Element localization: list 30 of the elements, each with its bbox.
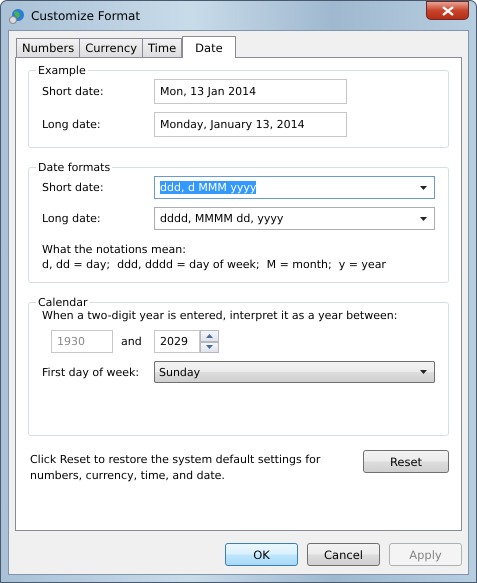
close-button[interactable]: [426, 1, 469, 20]
year-field[interactable]: 2029: [154, 330, 200, 353]
field-label: First day of week:: [42, 366, 140, 378]
field-label: Long date:: [42, 212, 102, 225]
field-label: Long date:: [42, 118, 102, 131]
calendar-text: When a two-digit year is entered, interpret it as a year between:: [42, 309, 398, 322]
dialog-button[interactable]: OK: [225, 543, 298, 566]
example-field: Monday, January 13, 2014: [154, 112, 347, 137]
tab[interactable]: Currency: [79, 38, 144, 57]
notation-text: What the notations mean:: [42, 242, 187, 257]
weekday-dropdown[interactable]: Sunday: [154, 361, 435, 383]
tab[interactable]: Date: [182, 36, 236, 58]
reset-description: Click Reset to restore the system default settings for numbers, currency, time, and date.: [30, 452, 322, 484]
field-label: Short date:: [42, 181, 105, 194]
close-icon[interactable]: [442, 6, 454, 16]
globe-icon: [9, 8, 25, 24]
window-title: Customize Format: [31, 8, 140, 22]
spinner[interactable]: [200, 330, 219, 353]
dialog-button[interactable]: Cancel: [307, 543, 380, 566]
group-title: Calendar: [37, 296, 88, 309]
example-field: Mon, 13 Jan 2014: [154, 79, 347, 104]
and-label: and: [120, 335, 143, 348]
tab[interactable]: Time: [142, 38, 182, 57]
field-label: Short date:: [42, 85, 105, 98]
notation-text: d, dd = day; ddd, dddd = day of week; M = month; y = year: [42, 257, 387, 272]
reset-button[interactable]: Reset: [363, 450, 449, 473]
group-title: Example: [37, 64, 87, 77]
tab[interactable]: Numbers: [16, 38, 80, 57]
format-combo[interactable]: dddd, MMMM dd, yyyy: [154, 207, 435, 230]
group-title: Date formats: [37, 161, 112, 174]
